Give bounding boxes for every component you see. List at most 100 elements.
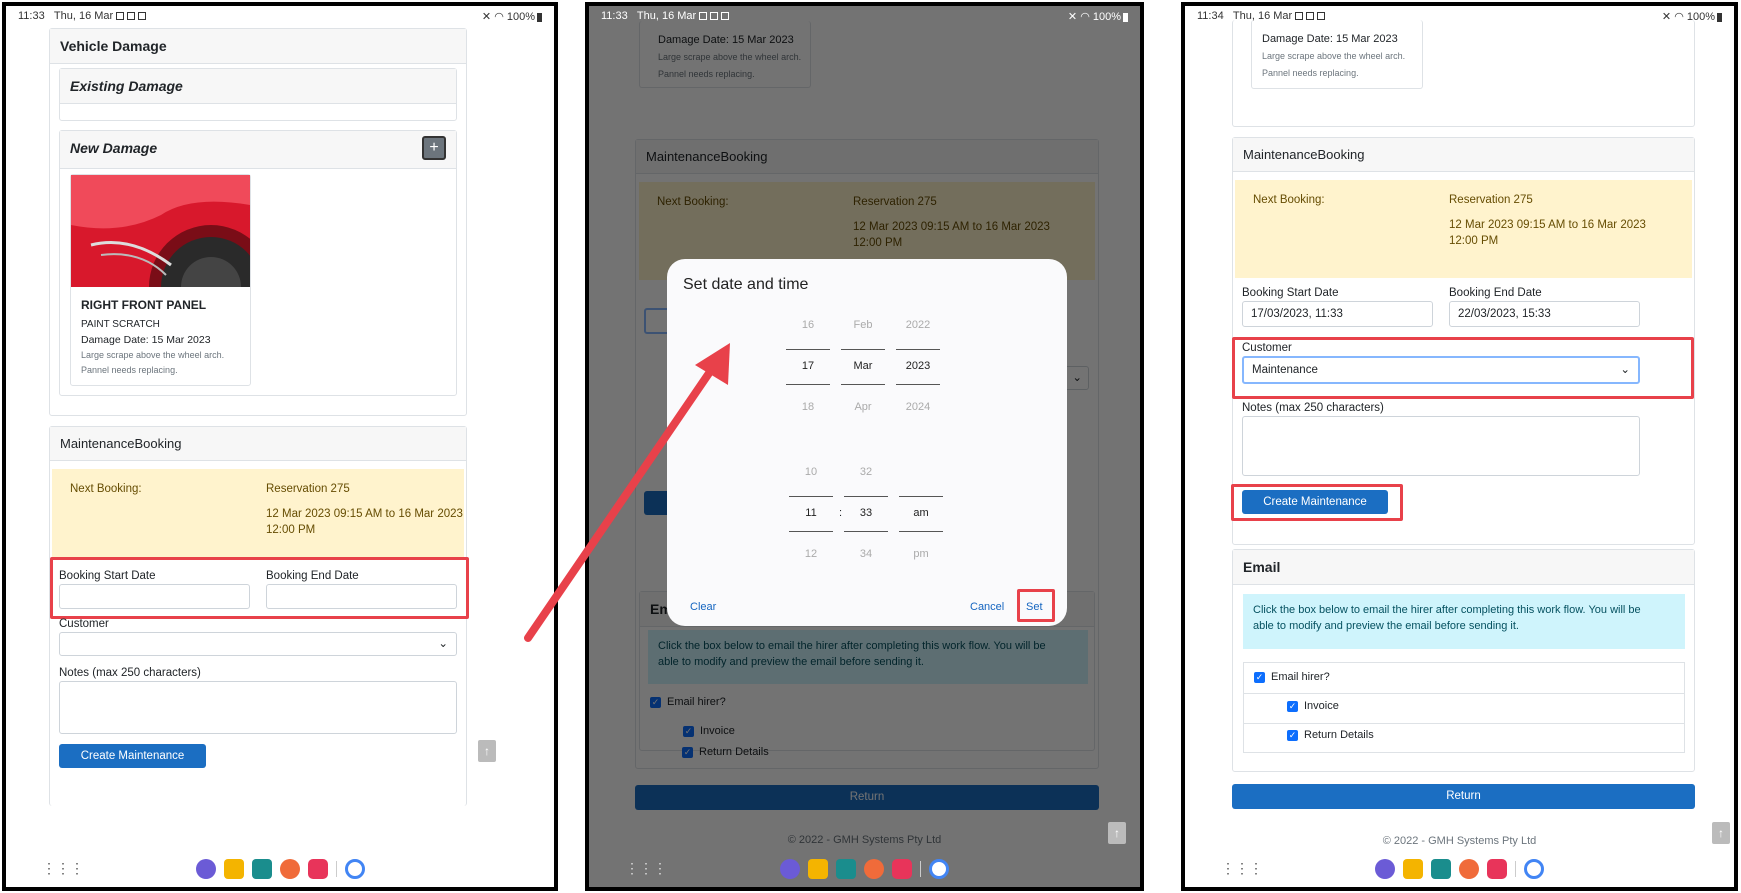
- day-selected[interactable]: 17: [788, 360, 828, 372]
- damage-desc-2: Pannel needs replacing.: [81, 365, 178, 375]
- email-info-1: Click the box below to email the hirer a…: [1253, 604, 1641, 616]
- return-button[interactable]: Return: [1232, 784, 1695, 809]
- app-drawer-icon[interactable]: ⋮⋮⋮: [625, 860, 667, 877]
- month-selected[interactable]: Mar: [843, 360, 883, 372]
- gallery-icon: [116, 12, 125, 21]
- calendar-app-icon[interactable]: [1431, 859, 1451, 879]
- files-app-icon[interactable]: [1403, 859, 1423, 879]
- email-card: Email Click the box below to email the h…: [1232, 549, 1695, 772]
- ampm-next[interactable]: pm: [901, 548, 941, 560]
- screen-recorder-app-icon[interactable]: [892, 859, 912, 879]
- scroll-top-button[interactable]: ↑: [1108, 822, 1126, 844]
- email-hirer-checkbox[interactable]: ✓Email hirer?: [1254, 671, 1330, 683]
- year-prev[interactable]: 2022: [898, 319, 938, 331]
- start-date-input[interactable]: 17/03/2023, 11:33: [1242, 301, 1433, 327]
- contacts-app-icon[interactable]: [279, 859, 300, 879]
- new-damage-title: New Damage: [60, 131, 456, 169]
- invoice-checkbox[interactable]: ✓Invoice: [1287, 700, 1339, 712]
- app-dock: [1185, 851, 1734, 887]
- cancel-button[interactable]: Cancel: [970, 601, 1004, 613]
- calendar-app-icon[interactable]: [836, 859, 856, 879]
- mute-icon: ✕: [481, 11, 492, 23]
- ampm-selected[interactable]: am: [901, 507, 941, 519]
- highlight-date-fields: [50, 557, 469, 619]
- day-prev[interactable]: 16: [788, 319, 828, 331]
- minute-selected[interactable]: 33: [846, 507, 886, 519]
- footer-text: © 2022 - GMH Systems Pty Ltd: [1382, 835, 1537, 847]
- files-app-icon[interactable]: [223, 859, 244, 879]
- damage-title: RIGHT FRONT PANEL: [81, 298, 207, 312]
- create-maintenance-booking-button[interactable]: Create Maintenance Booking: [59, 744, 206, 786]
- existing-damage-title: Existing Damage: [60, 69, 456, 104]
- app-icon: [138, 12, 147, 21]
- internet-app-icon[interactable]: [1375, 859, 1395, 879]
- reservation-label: Reservation 275: [1449, 194, 1533, 206]
- check-icon: [1306, 12, 1315, 21]
- screenshot-panel-1: 11:33 Thu, 16 Mar ✕ ◠ 100% Vehicle Damag…: [2, 2, 558, 891]
- notes-textarea[interactable]: [1242, 416, 1640, 476]
- notes-textarea[interactable]: [59, 681, 457, 734]
- app-dock: [6, 851, 554, 887]
- month-prev[interactable]: Feb: [843, 319, 883, 331]
- screenshot-panel-3: 11:34 Thu, 16 Mar ✕ ◠ 100% Damage Date: …: [1181, 2, 1738, 891]
- year-next[interactable]: 2024: [898, 401, 938, 413]
- return-details-checkbox[interactable]: ✓Return Details: [1287, 729, 1374, 741]
- battery-icon: [1123, 12, 1128, 22]
- notes-label: Notes (max 250 characters): [59, 667, 201, 679]
- vehicle-damage-card: Vehicle Damage Existing Damage New Damag…: [49, 28, 467, 416]
- year-selected[interactable]: 2023: [898, 360, 938, 372]
- app-dock: [589, 851, 1140, 887]
- damage-item-card: Damage Date: 15 Mar 2023 Large scrape ab…: [1251, 20, 1423, 89]
- next-booking-label: Next Booking:: [70, 483, 142, 495]
- app-icon: [721, 12, 730, 21]
- files-app-icon[interactable]: [808, 859, 828, 879]
- next-booking-alert: Next Booking: Reservation 275 12 Mar 202…: [1235, 180, 1692, 278]
- maintenance-booking-title: MaintenanceBooking: [1233, 138, 1694, 172]
- end-date-input[interactable]: 22/03/2023, 15:33: [1449, 301, 1640, 327]
- hour-selected[interactable]: 11: [791, 507, 831, 519]
- email-info-2: able to modify and preview the email bef…: [1253, 620, 1519, 632]
- day-next[interactable]: 18: [788, 401, 828, 413]
- google-app-icon[interactable]: [929, 859, 949, 879]
- notes-label: Notes (max 250 characters): [1242, 402, 1384, 414]
- mute-icon: ✕: [1661, 11, 1672, 23]
- google-app-icon[interactable]: [344, 859, 365, 879]
- scroll-top-button[interactable]: ↑: [478, 740, 496, 762]
- hour-next[interactable]: 12: [791, 548, 831, 560]
- contacts-app-icon[interactable]: [864, 859, 884, 879]
- status-bar: 11:34 Thu, 16 Mar ✕ ◠ 100%: [1185, 6, 1734, 28]
- highlight-customer: [1232, 337, 1694, 399]
- gallery-icon: [1295, 12, 1304, 21]
- screen-recorder-app-icon[interactable]: [1487, 859, 1507, 879]
- hour-prev[interactable]: 10: [791, 466, 831, 478]
- app-drawer-icon[interactable]: ⋮⋮⋮: [1221, 860, 1263, 877]
- internet-app-icon[interactable]: [780, 859, 800, 879]
- booking-range-1: 12 Mar 2023 09:15 AM to 16 Mar 2023: [266, 508, 463, 520]
- minute-prev[interactable]: 32: [846, 466, 886, 478]
- calendar-app-icon[interactable]: [251, 859, 272, 879]
- add-damage-button[interactable]: +: [422, 136, 446, 160]
- booking-range-1: 12 Mar 2023 09:15 AM to 16 Mar 2023: [1449, 219, 1646, 231]
- damage-item-card[interactable]: RIGHT FRONT PANEL PAINT SCRATCH Damage D…: [70, 174, 251, 386]
- start-date-label: Booking Start Date: [1242, 287, 1339, 299]
- google-app-icon[interactable]: [1524, 859, 1544, 879]
- scroll-top-button[interactable]: ↑: [1712, 822, 1730, 844]
- damage-type: PAINT SCRATCH: [81, 319, 160, 330]
- app-drawer-icon[interactable]: ⋮⋮⋮: [42, 860, 84, 877]
- highlight-create-button: [1231, 484, 1403, 521]
- minute-next[interactable]: 34: [846, 548, 886, 560]
- month-next[interactable]: Apr: [843, 401, 883, 413]
- customer-label: Customer: [59, 618, 109, 630]
- new-damage-card: New Damage + RIGHT FRONT PANEL PAINT SCR…: [59, 130, 457, 396]
- damage-desc-2: Pannel needs replacing.: [1262, 68, 1359, 78]
- wifi-icon: ◠: [1674, 11, 1684, 23]
- customer-select[interactable]: ⌄: [59, 632, 457, 656]
- contacts-app-icon[interactable]: [1459, 859, 1479, 879]
- internet-app-icon[interactable]: [195, 859, 216, 879]
- end-date-label: Booking End Date: [1449, 287, 1542, 299]
- email-title: Email: [1233, 550, 1694, 585]
- next-booking-label: Next Booking:: [1253, 194, 1325, 206]
- screen-recorder-app-icon[interactable]: [307, 859, 328, 879]
- picker-title: Set date and time: [683, 276, 809, 293]
- next-booking-alert: Next Booking: Reservation 275 12 Mar 202…: [52, 469, 464, 557]
